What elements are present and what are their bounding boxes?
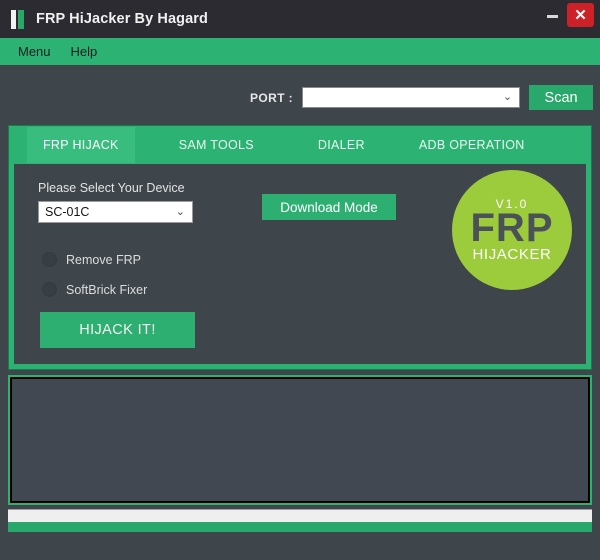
status-strip (8, 509, 592, 522)
bottom-filler (0, 532, 600, 560)
scan-button[interactable]: Scan (529, 85, 594, 110)
radio-softbrick-fixer-label: SoftBrick Fixer (66, 282, 148, 297)
frp-hijacker-logo: V1.0 FRP HIJACKER (452, 170, 572, 290)
port-row: PORT : ⌄ Scan (250, 85, 594, 110)
tab-sam-tools[interactable]: SAM TOOLS (163, 127, 270, 163)
window-title: FRP HiJacker By Hagard (36, 11, 208, 27)
title-bar: FRP HiJacker By Hagard ✕ (0, 0, 600, 38)
port-select[interactable]: ⌄ (302, 87, 521, 108)
tab-strip: FRP HIJACK SAM TOOLS DIALER ADB OPERATIO… (9, 126, 591, 164)
minimize-icon (546, 14, 558, 18)
chevron-down-icon: ⌄ (175, 205, 185, 218)
progress-strip (8, 522, 592, 532)
download-mode-button[interactable]: Download Mode (262, 194, 396, 220)
radio-remove-frp-label: Remove FRP (66, 252, 142, 267)
tab-dialer[interactable]: DIALER (302, 127, 381, 163)
close-button[interactable]: ✕ (567, 3, 594, 27)
port-label: PORT : (250, 90, 294, 105)
tab-panel-frp-hijack: Please Select Your Device SC-01C ⌄ Downl… (14, 164, 586, 364)
tab-frp-hijack[interactable]: FRP HIJACK (27, 127, 135, 163)
radio-remove-frp[interactable]: Remove FRP (42, 252, 141, 267)
app-bars-icon (11, 9, 27, 29)
menu-item-help[interactable]: Help (61, 41, 108, 62)
radio-icon (42, 252, 57, 267)
radio-icon (42, 282, 57, 297)
menu-item-menu[interactable]: Menu (8, 41, 61, 62)
log-output-frame (8, 375, 592, 505)
window-controls: ✕ (537, 0, 600, 38)
logo-primary-text: FRP (470, 206, 554, 250)
device-select-label: Please Select Your Device (38, 181, 185, 195)
chevron-down-icon: ⌄ (502, 91, 513, 103)
log-output[interactable] (12, 379, 588, 501)
minimize-button[interactable] (537, 0, 567, 26)
device-select[interactable]: SC-01C ⌄ (38, 201, 193, 223)
device-select-value: SC-01C (45, 205, 90, 219)
application-window: FRP HiJacker By Hagard ✕ Menu Help PORT … (0, 0, 600, 560)
toolbar-area: PORT : ⌄ Scan (0, 65, 600, 125)
tab-frame: FRP HIJACK SAM TOOLS DIALER ADB OPERATIO… (8, 125, 592, 370)
logo-secondary-text: HIJACKER (472, 246, 552, 263)
radio-softbrick-fixer[interactable]: SoftBrick Fixer (42, 282, 147, 297)
menu-bar: Menu Help (0, 38, 600, 65)
tab-adb-operation[interactable]: ADB OPERATION (403, 127, 541, 163)
hijack-it-button[interactable]: HIJACK IT! (40, 312, 195, 348)
